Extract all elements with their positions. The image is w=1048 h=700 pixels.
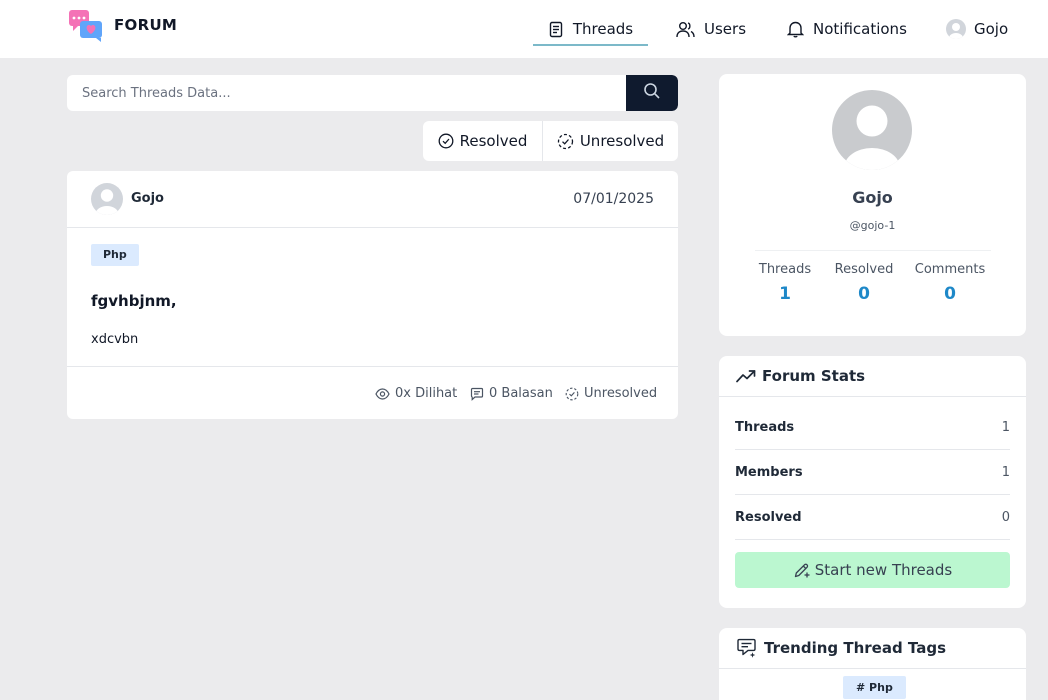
- top-navbar: FORUM Threads Users Notifications Gojo: [0, 0, 1048, 58]
- nav-users[interactable]: Users: [676, 0, 746, 58]
- thread-views-label: 0x Dilihat: [395, 386, 458, 401]
- nav-notifications-label: Notifications: [813, 20, 907, 38]
- filter-unresolved-label: Unresolved: [579, 132, 665, 150]
- filter-resolved-label: Resolved: [459, 132, 528, 150]
- thread-card[interactable]: Gojo 07/01/2025 Php fgvhbjnm, xdcvbn 0x …: [67, 171, 678, 419]
- profile-stat-value: 1: [779, 284, 791, 304]
- comment-icon: [470, 387, 484, 401]
- profile-divider: [755, 250, 991, 251]
- profile-stat-value: 0: [858, 284, 870, 304]
- forum-stats-header: Forum Stats: [719, 356, 1026, 397]
- thread-status-label: Unresolved: [584, 386, 658, 401]
- nav-threads-label: Threads: [572, 20, 634, 38]
- forum-stats-card: Forum Stats Threads 1 Members 1 Resolved…: [719, 356, 1026, 608]
- users-icon: [676, 21, 695, 38]
- profile-handle: @gojo-1: [849, 219, 896, 232]
- nav-user-menu[interactable]: Gojo: [946, 0, 1008, 58]
- profile-name[interactable]: Gojo: [719, 188, 1026, 207]
- start-new-thread-button[interactable]: Start new Threads: [735, 552, 1010, 588]
- search-icon: [643, 82, 661, 104]
- thread-title[interactable]: fgvhbjnm,: [91, 292, 177, 310]
- bell-icon: [787, 20, 804, 38]
- nav-users-label: Users: [704, 20, 747, 38]
- eye-icon: [375, 387, 390, 400]
- thread-views: 0x Dilihat: [375, 386, 457, 401]
- thread-replies: 0 Balasan: [470, 386, 553, 401]
- forum-stat-row: Resolved 0: [735, 495, 1010, 540]
- dashed-check-circle-icon: [557, 133, 574, 150]
- filter-unresolved-button[interactable]: Unresolved: [543, 121, 678, 161]
- thread-date: 07/01/2025: [573, 191, 654, 207]
- thread-filter: Resolved Unresolved: [423, 121, 678, 161]
- start-new-thread-label: Start new Threads: [814, 561, 953, 579]
- brand-name[interactable]: FORUM: [114, 16, 177, 34]
- search-bar: [67, 75, 678, 111]
- forum-stat-row: Members 1: [735, 450, 1010, 495]
- nav-notifications[interactable]: Notifications: [787, 0, 907, 58]
- forum-stat-label: Resolved: [735, 509, 802, 525]
- forum-stat-row: Threads 1: [735, 405, 1010, 450]
- profile-stat-value: 0: [944, 284, 956, 304]
- nav-threads[interactable]: Threads: [533, 0, 648, 58]
- thread-status: Unresolved: [565, 386, 657, 401]
- profile-stat-threads: Threads 1: [755, 262, 815, 304]
- trending-tag[interactable]: # Php: [843, 676, 906, 699]
- search-button[interactable]: [626, 75, 678, 111]
- forum-stat-value: 1: [1001, 419, 1010, 435]
- thread-card-footer: 0x Dilihat 0 Balasan Unresolved: [67, 366, 678, 419]
- trending-tags-header: Trending Thread Tags: [719, 628, 1026, 669]
- forum-stat-value: 0: [1001, 509, 1010, 525]
- profile-stat-resolved: Resolved 0: [831, 262, 897, 304]
- profile-stat-label: Resolved: [834, 262, 894, 277]
- active-tab-indicator: [533, 44, 648, 46]
- thread-card-header: Gojo 07/01/2025: [67, 171, 678, 228]
- profile-card: Gojo @gojo-1 Threads 1 Resolved 0 Commen…: [719, 74, 1026, 336]
- filter-resolved-button[interactable]: Resolved: [423, 121, 543, 161]
- trending-tags-title: Trending Thread Tags: [764, 639, 946, 657]
- nav-user-name: Gojo: [974, 20, 1009, 38]
- thread-replies-label: 0 Balasan: [489, 386, 553, 401]
- avatar: [946, 19, 966, 39]
- thread-body: xdcvbn: [91, 332, 139, 347]
- forum-logo-icon[interactable]: [68, 9, 104, 43]
- profile-stat-label: Threads: [758, 262, 812, 277]
- forum-stat-label: Members: [735, 464, 803, 480]
- thread-author[interactable]: Gojo: [131, 191, 164, 206]
- avatar[interactable]: [91, 183, 123, 215]
- edit-plus-icon: [793, 561, 811, 579]
- chat-sparkle-icon: [736, 638, 758, 658]
- forum-stat-value: 1: [1001, 464, 1010, 480]
- thread-tag[interactable]: Php: [91, 244, 139, 266]
- forum-stat-label: Threads: [735, 419, 795, 435]
- avatar[interactable]: [832, 90, 912, 170]
- trending-tags-card: Trending Thread Tags # Php: [719, 628, 1026, 700]
- profile-stat-label: Comments: [914, 262, 986, 277]
- check-circle-icon: [438, 133, 454, 149]
- trend-up-icon: [736, 369, 756, 383]
- dashed-check-circle-icon: [565, 387, 579, 401]
- search-input[interactable]: [67, 75, 626, 111]
- document-icon: [548, 21, 564, 38]
- forum-stats-title: Forum Stats: [762, 367, 866, 385]
- profile-stat-comments: Comments 0: [913, 262, 987, 304]
